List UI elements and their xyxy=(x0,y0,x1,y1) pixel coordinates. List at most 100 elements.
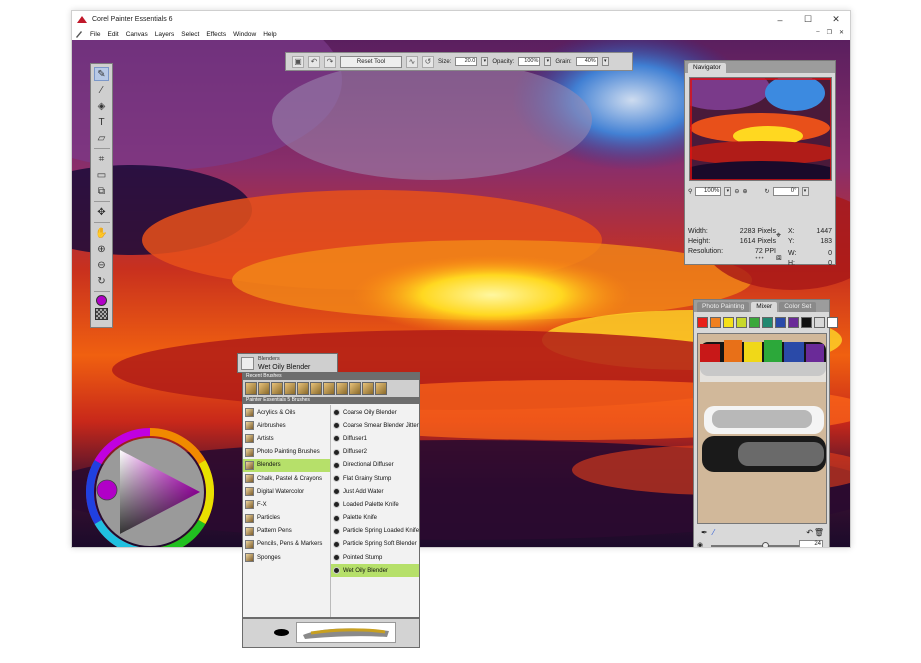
navigator-thumbnail[interactable] xyxy=(689,77,832,181)
layer-adjuster-icon[interactable]: ✥ xyxy=(94,205,109,219)
grabber-icon[interactable]: ✋ xyxy=(94,226,109,240)
zoom-out-icon[interactable]: ⊖ xyxy=(734,188,739,195)
minimize-button[interactable]: – xyxy=(766,11,794,28)
menu-window[interactable]: Window xyxy=(233,31,256,38)
brush-category-item[interactable]: Pattern Pens xyxy=(243,525,330,538)
opacity-dropdown-icon[interactable]: ▾ xyxy=(544,57,552,66)
close-button[interactable]: ✕ xyxy=(822,11,850,28)
menu-canvas[interactable]: Canvas xyxy=(126,31,148,38)
zoom-in-icon[interactable]: ⊕ xyxy=(94,242,109,256)
crop-icon[interactable]: ⌗ xyxy=(94,152,109,166)
recent-brush-icon[interactable] xyxy=(245,382,257,395)
eraser-icon[interactable]: ▱ xyxy=(94,131,109,145)
reset-tool-button[interactable]: Reset Tool xyxy=(340,55,402,68)
recent-brush-icon[interactable] xyxy=(310,382,322,395)
brush-category-item[interactable]: Pencils, Pens & Markers xyxy=(243,538,330,551)
size-field[interactable]: 20.0 xyxy=(455,57,478,66)
grain-dropdown-icon[interactable]: ▾ xyxy=(601,57,609,66)
mixer-swatch[interactable] xyxy=(710,317,721,328)
save-icon[interactable]: ▣ xyxy=(292,55,304,68)
recent-brush-icon[interactable] xyxy=(258,382,270,395)
mixer-swatch[interactable] xyxy=(788,317,799,328)
brush-size-field[interactable]: 24 xyxy=(799,540,823,547)
brush-variant-item[interactable]: Pointed Stump xyxy=(331,551,419,564)
recent-brush-icon[interactable] xyxy=(362,382,374,395)
menu-select[interactable]: Select xyxy=(181,31,199,38)
recent-brush-icon[interactable] xyxy=(271,382,283,395)
paper-texture-swatch[interactable] xyxy=(95,308,108,320)
brush-variant-item[interactable]: Just Add Water xyxy=(331,485,419,498)
mixer-swatch[interactable] xyxy=(827,317,838,328)
paint-bucket-icon[interactable]: ◈ xyxy=(94,99,109,113)
doc-close-button[interactable]: ✕ xyxy=(839,29,844,36)
menu-help[interactable]: Help xyxy=(263,31,276,38)
brush-variant-item[interactable]: Wet Oily Blender xyxy=(331,564,419,578)
painting-canvas[interactable]: ✎ ⁄ ◈ T ▱ ⌗ ▭ ⧉ ✥ ✋ ⊕ ⊖ ↻ ▣ ↶ ↷ Reset To… xyxy=(72,40,850,547)
tab-navigator[interactable]: Navigator xyxy=(688,63,726,73)
grain-field[interactable]: 40% xyxy=(575,57,598,66)
mixer-swatch[interactable] xyxy=(814,317,825,328)
brush-category-item[interactable]: Digital Watercolor xyxy=(243,485,330,498)
brush-category-item[interactable]: Chalk, Pastel & Crayons xyxy=(243,472,330,485)
opacity-field[interactable]: 100% xyxy=(518,57,541,66)
size-dropdown-icon[interactable]: ▾ xyxy=(481,57,489,66)
undo-icon[interactable]: ↶ xyxy=(308,55,320,68)
brush-variant-item[interactable]: Coarse Smear Blender Jitter xyxy=(331,419,419,432)
brush-variant-item[interactable]: Diffuser2 xyxy=(331,446,419,459)
rotation-dropdown-icon[interactable]: ▾ xyxy=(801,186,809,196)
straight-stroke-icon[interactable]: ↺ xyxy=(422,55,434,68)
recent-brush-icon[interactable] xyxy=(323,382,335,395)
mixer-swatch[interactable] xyxy=(749,317,760,328)
maximize-button[interactable]: ☐ xyxy=(794,11,822,28)
clear-mixer-icon[interactable]: 🗑 xyxy=(814,528,824,537)
transform-icon[interactable]: ⧉ xyxy=(94,184,109,198)
menu-layers[interactable]: Layers xyxy=(155,31,175,38)
menu-edit[interactable]: Edit xyxy=(107,31,118,38)
brush-variant-item[interactable]: Flat Grainy Stump xyxy=(331,472,419,485)
redo-icon[interactable]: ↷ xyxy=(324,55,336,68)
color-wheel[interactable] xyxy=(86,428,214,547)
zoom-icon[interactable]: ⚲ xyxy=(688,188,692,195)
undo-mix-icon[interactable]: ↶ xyxy=(806,528,813,537)
brush-icon[interactable]: ✎ xyxy=(94,67,109,81)
brush-category-item[interactable]: F-X xyxy=(243,498,330,511)
brush-category-item[interactable]: Airbrushes xyxy=(243,419,330,432)
tab-color-set[interactable]: Color Set xyxy=(779,302,817,312)
doc-restore-button[interactable]: ❐ xyxy=(827,29,832,36)
menu-effects[interactable]: Effects xyxy=(206,31,226,38)
mixer-swatch[interactable] xyxy=(736,317,747,328)
doc-minimize-button[interactable]: – xyxy=(816,29,819,36)
apply-color-icon[interactable]: ✒ xyxy=(701,528,708,537)
brush-category-item[interactable]: Sponges xyxy=(243,551,330,564)
brush-selector-header[interactable]: Blenders Wet Oily Blender xyxy=(237,353,338,373)
mixer-swatch[interactable] xyxy=(762,317,773,328)
zoom-dropdown-icon[interactable]: ▾ xyxy=(724,186,732,196)
text-icon[interactable]: T xyxy=(94,115,109,129)
panel-grip[interactable]: ••• xyxy=(755,256,764,262)
menu-file[interactable]: File xyxy=(90,31,100,38)
brush-variant-item[interactable]: Diffuser1 xyxy=(331,432,419,445)
brush-variant-item[interactable]: Particle Spring Soft Blender xyxy=(331,538,419,551)
slider-knob[interactable] xyxy=(762,542,770,547)
rotation-field[interactable]: 0° xyxy=(772,186,799,196)
mixer-swatch[interactable] xyxy=(801,317,812,328)
zoom-out-icon[interactable]: ⊖ xyxy=(94,258,109,272)
freehand-stroke-icon[interactable]: ∿ xyxy=(406,55,418,68)
main-color-swatch[interactable] xyxy=(96,295,107,306)
mixer-swatch[interactable] xyxy=(723,317,734,328)
zoom-in-icon[interactable]: ⊕ xyxy=(742,188,747,195)
recent-brush-icon[interactable] xyxy=(284,382,296,395)
brush-variant-item[interactable]: Loaded Palette Knife xyxy=(331,498,419,511)
tab-mixer[interactable]: Mixer xyxy=(751,302,778,312)
sample-color-icon[interactable]: ⁄ xyxy=(713,528,714,537)
recent-brush-icon[interactable] xyxy=(336,382,348,395)
recent-brush-icon[interactable] xyxy=(349,382,361,395)
rotate-page-icon[interactable]: ↻ xyxy=(94,274,109,288)
recent-brush-icon[interactable] xyxy=(297,382,309,395)
brush-category-item[interactable]: Photo Painting Brushes xyxy=(243,446,330,459)
mixer-swatch[interactable] xyxy=(775,317,786,328)
brush-size-slider[interactable] xyxy=(711,542,803,547)
brush-category-item[interactable]: Particles xyxy=(243,512,330,525)
brush-category-item[interactable]: Artists xyxy=(243,432,330,445)
rectangle-select-icon[interactable]: ▭ xyxy=(94,168,109,182)
